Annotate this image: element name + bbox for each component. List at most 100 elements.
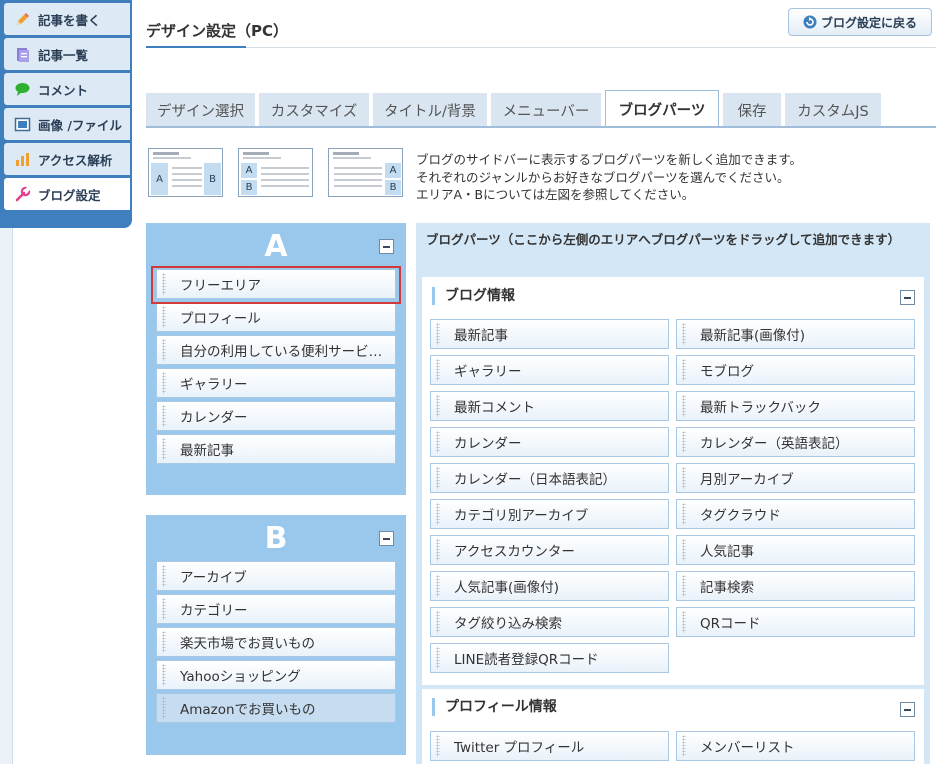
group-blog-info-collapse-button[interactable] xyxy=(900,290,915,305)
library-part[interactable]: アクセスカウンター xyxy=(430,535,669,565)
side-strip xyxy=(0,228,13,764)
tab-save[interactable]: 保存 xyxy=(723,93,781,128)
area-a-label: A xyxy=(264,229,288,264)
document-icon xyxy=(14,46,31,63)
area-a-item[interactable]: フリーエリア xyxy=(156,269,396,299)
drag-handle-icon[interactable] xyxy=(682,467,686,489)
nav-item-label: アクセス解析 xyxy=(38,152,113,168)
drag-handle-icon[interactable] xyxy=(162,306,166,328)
area-a-item[interactable]: 最新記事 xyxy=(156,434,396,464)
drag-handle-icon[interactable] xyxy=(436,647,440,669)
drag-handle-icon[interactable] xyxy=(162,372,166,394)
library-part[interactable]: 記事検索 xyxy=(676,571,915,601)
drag-handle-icon[interactable] xyxy=(436,323,440,345)
library-part[interactable]: カレンダー（英語表記） xyxy=(676,427,915,457)
library-part[interactable]: 月別アーカイブ xyxy=(676,463,915,493)
layout-diagram-ab-right: A B xyxy=(328,148,403,197)
library-part[interactable]: カレンダー（日本語表記） xyxy=(430,463,669,493)
area-b-item[interactable]: カテゴリー xyxy=(156,594,396,624)
tab-menu-bar[interactable]: メニューバー xyxy=(491,93,601,128)
layout-diagram-ab-left: A B xyxy=(238,148,313,197)
area-a-item[interactable]: カレンダー xyxy=(156,401,396,431)
drag-handle-icon[interactable] xyxy=(162,339,166,361)
library-part[interactable]: カテゴリ別アーカイブ xyxy=(430,499,669,529)
back-to-blog-settings-button[interactable]: ブログ設定に戻る xyxy=(788,8,932,36)
drag-handle-icon[interactable] xyxy=(682,539,686,561)
library-part[interactable]: QRコード xyxy=(676,607,915,637)
drag-handle-icon[interactable] xyxy=(682,575,686,597)
library-part[interactable]: カレンダー xyxy=(430,427,669,457)
drag-handle-icon[interactable] xyxy=(436,539,440,561)
drag-handle-icon[interactable] xyxy=(436,503,440,525)
drag-handle-icon[interactable] xyxy=(436,467,440,489)
nav-item-blog-settings[interactable]: ブログ設定 xyxy=(4,178,130,210)
area-b-collapse-button[interactable] xyxy=(379,531,394,546)
area-a-item[interactable]: ギャラリー xyxy=(156,368,396,398)
tabs-rule xyxy=(146,126,936,128)
library-part[interactable]: 最新トラックバック xyxy=(676,391,915,421)
drag-handle-icon[interactable] xyxy=(682,735,686,757)
library-part[interactable]: モブログ xyxy=(676,355,915,385)
drag-handle-icon[interactable] xyxy=(682,611,686,633)
drag-handle-icon[interactable] xyxy=(162,664,166,686)
area-b-item-selected[interactable]: Amazonでお買いもの xyxy=(156,693,396,723)
tab-customize[interactable]: カスタマイズ xyxy=(259,93,369,128)
nav-item-access-analysis[interactable]: アクセス解析 xyxy=(4,143,130,175)
area-b-label: B xyxy=(264,521,288,556)
drag-handle-icon[interactable] xyxy=(436,575,440,597)
drag-handle-icon[interactable] xyxy=(436,395,440,417)
drag-handle-icon[interactable] xyxy=(162,273,166,295)
tab-custom-js[interactable]: カスタムJS xyxy=(785,93,881,128)
library-part[interactable]: タグクラウド xyxy=(676,499,915,529)
nav-item-article-list[interactable]: 記事一覧 xyxy=(4,38,130,70)
tab-title-background[interactable]: タイトル/背景 xyxy=(373,93,487,128)
tab-blog-parts[interactable]: ブログパーツ xyxy=(605,90,719,128)
drag-handle-icon[interactable] xyxy=(162,405,166,427)
drag-handle-icon[interactable] xyxy=(162,598,166,620)
area-a-item[interactable]: プロフィール xyxy=(156,302,396,332)
pencil-icon xyxy=(14,11,31,28)
drag-handle-icon[interactable] xyxy=(162,565,166,587)
area-b-item[interactable]: 楽天市場でお買いもの xyxy=(156,627,396,657)
library-part[interactable]: メンバーリスト xyxy=(676,731,915,761)
drag-handle-icon[interactable] xyxy=(162,438,166,460)
drag-handle-icon[interactable] xyxy=(682,503,686,525)
parts-library: ブログパーツ（ここから左側のエリアへブログパーツをドラッグして追加できます） ブ… xyxy=(416,223,930,764)
nav-item-write-article[interactable]: 記事を書く xyxy=(4,3,130,35)
diagram-area-a: A xyxy=(385,163,401,178)
drag-handle-icon[interactable] xyxy=(682,395,686,417)
library-part[interactable]: 人気記事(画像付) xyxy=(430,571,669,601)
library-part[interactable]: LINE読者登録QRコード xyxy=(430,643,669,673)
library-part[interactable]: 最新記事 xyxy=(430,319,669,349)
drag-handle-icon[interactable] xyxy=(436,431,440,453)
drag-handle-icon[interactable] xyxy=(436,735,440,757)
library-part[interactable]: 人気記事 xyxy=(676,535,915,565)
tab-design-select[interactable]: デザイン選択 xyxy=(146,93,255,128)
drag-handle-icon[interactable] xyxy=(682,431,686,453)
page-title: デザイン設定（PC） xyxy=(146,22,289,40)
nav-item-images-files[interactable]: 画像 /ファイル xyxy=(4,108,130,140)
info-text: ブログのサイドバーに表示するブログパーツを新しく追加できます。 それぞれのジャン… xyxy=(416,152,803,202)
library-part[interactable]: 最新コメント xyxy=(430,391,669,421)
area-b-item[interactable]: アーカイブ xyxy=(156,561,396,591)
nav-item-label: ブログ設定 xyxy=(38,187,101,203)
area-b-item[interactable]: Yahooショッピング xyxy=(156,660,396,690)
wrench-icon xyxy=(14,185,31,203)
library-part[interactable]: ギャラリー xyxy=(430,355,669,385)
library-part[interactable]: Twitter プロフィール xyxy=(430,731,669,761)
area-a-collapse-button[interactable] xyxy=(379,239,394,254)
drag-handle-icon[interactable] xyxy=(162,631,166,653)
library-part[interactable]: 最新記事(画像付) xyxy=(676,319,915,349)
drag-handle-icon[interactable] xyxy=(436,359,440,381)
drag-handle-icon[interactable] xyxy=(162,697,166,719)
diagram-area-a: A xyxy=(151,163,168,195)
title-underline xyxy=(146,46,246,48)
drag-handle-icon[interactable] xyxy=(436,611,440,633)
area-a-item[interactable]: 自分の利用している便利サービス... xyxy=(156,335,396,365)
group-profile-info-collapse-button[interactable] xyxy=(900,702,915,717)
nav-item-comments[interactable]: コメント xyxy=(4,73,130,105)
nav-item-label: 記事を書く xyxy=(38,12,101,28)
drag-handle-icon[interactable] xyxy=(682,323,686,345)
library-part[interactable]: タグ絞り込み検索 xyxy=(430,607,669,637)
drag-handle-icon[interactable] xyxy=(682,359,686,381)
